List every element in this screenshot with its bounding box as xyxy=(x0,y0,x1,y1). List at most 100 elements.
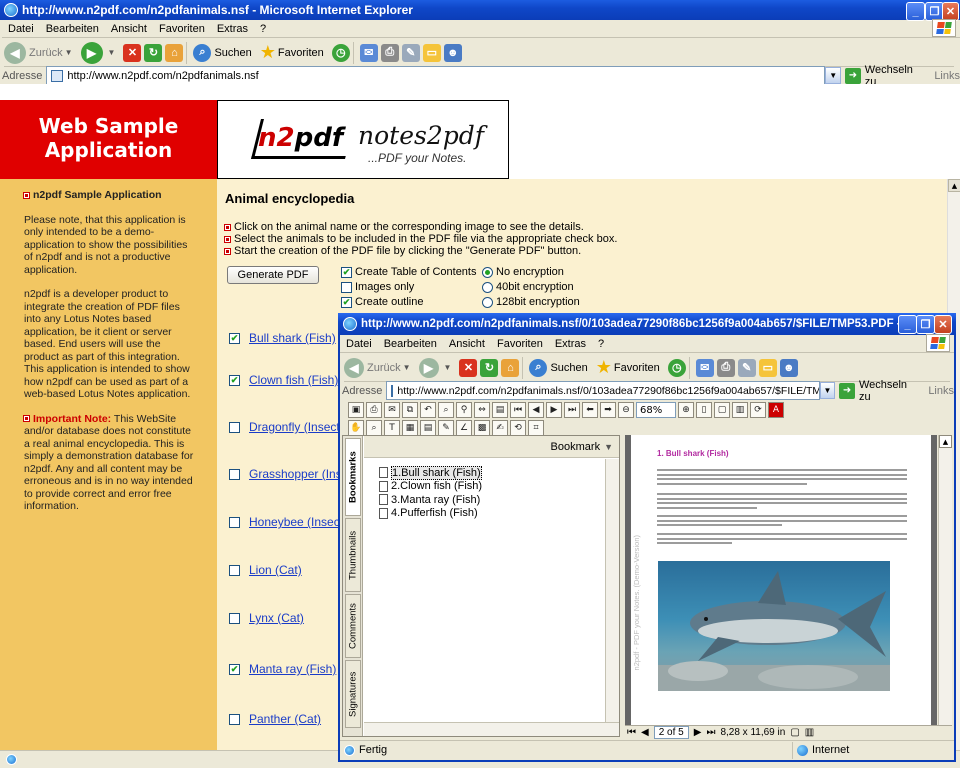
next-page-icon[interactable]: ▶ xyxy=(546,402,562,418)
bookmark-item[interactable]: 3.Manta ray (Fish) xyxy=(379,493,482,507)
animal-link[interactable]: Manta ray (Fish) xyxy=(249,662,336,676)
folder-icon[interactable]: ▭ xyxy=(422,43,441,62)
favorites-button[interactable]: ★ Favoriten xyxy=(596,357,660,378)
print-icon[interactable]: ⎙ xyxy=(366,402,382,418)
continuous-page-icon[interactable]: ▥ xyxy=(805,727,814,738)
128bit-encryption-radio[interactable] xyxy=(482,296,493,308)
first-page-icon[interactable]: ⏮ xyxy=(510,402,526,418)
messenger-icon[interactable]: ☻ xyxy=(443,43,462,62)
images-only-checkbox[interactable] xyxy=(341,281,352,293)
40bit-encryption-radio[interactable] xyxy=(482,281,493,293)
images-only-option[interactable]: Images only xyxy=(341,281,414,293)
prev-page-icon[interactable]: ◀ xyxy=(528,402,544,418)
sign-icon[interactable]: ✍ xyxy=(492,420,508,436)
edit-icon[interactable]: ✎ xyxy=(737,358,756,377)
animal-link[interactable]: Bull shark (Fish) xyxy=(249,331,336,345)
40bit-encryption-option[interactable]: 40bit encryption xyxy=(482,281,574,293)
history-icon[interactable]: ◷ xyxy=(331,43,350,62)
menu-view[interactable]: Ansicht xyxy=(105,23,153,35)
bookmark-horizontal-scrollbar[interactable] xyxy=(364,722,619,736)
animal-link[interactable]: Clown fish (Fish) xyxy=(249,373,338,387)
page-indicator[interactable]: 2 of 5 xyxy=(653,726,689,739)
animal-link[interactable]: Dragonfly (Insect) xyxy=(249,420,344,434)
pdf-window-titlebar[interactable]: http://www.n2pdf.com/n2pdfanimals.nsf/0/… xyxy=(338,313,956,335)
outline-checkbox[interactable]: ✔ xyxy=(341,296,352,308)
menu-help[interactable]: ? xyxy=(254,23,272,35)
animal-checkbox[interactable]: ✔ xyxy=(229,332,240,344)
text-select-icon[interactable]: T xyxy=(384,420,400,436)
minimize-button[interactable]: _ xyxy=(906,2,925,21)
print-icon[interactable]: ⎙ xyxy=(380,43,399,62)
menu-favorites[interactable]: Favoriten xyxy=(491,338,549,350)
last-page-icon[interactable]: ⏭ xyxy=(706,727,715,738)
mail-icon[interactable]: ✉ xyxy=(359,43,378,62)
pencil-icon[interactable]: ✎ xyxy=(438,420,454,436)
animal-link[interactable]: Lion (Cat) xyxy=(249,563,302,577)
forward-button[interactable]: ▶ ▼ xyxy=(418,357,451,378)
animal-checkbox[interactable] xyxy=(229,564,240,576)
search-icon[interactable]: ⚲ xyxy=(456,402,472,418)
pdf-minimize-button[interactable]: _ xyxy=(898,315,917,334)
note-icon[interactable]: ▤ xyxy=(420,420,436,436)
128bit-encryption-option[interactable]: 128bit encryption xyxy=(482,296,580,308)
tab-comments[interactable]: Comments xyxy=(345,594,361,658)
favorites-button[interactable]: ★ Favoriten xyxy=(260,42,324,63)
toc-checkbox[interactable]: ✔ xyxy=(341,266,352,278)
no-encryption-radio[interactable] xyxy=(482,266,493,278)
pdf-maximize-button[interactable]: ❐ xyxy=(916,315,935,334)
prev-view-icon[interactable]: ⬅ xyxy=(582,402,598,418)
tab-bookmarks[interactable]: Bookmarks xyxy=(345,438,361,516)
menu-file[interactable]: Datei xyxy=(340,338,378,350)
menu-file[interactable]: Datei xyxy=(2,23,40,35)
home-icon[interactable]: ⌂ xyxy=(501,358,520,377)
generate-pdf-button[interactable]: Generate PDF xyxy=(227,266,319,284)
rotate-icon[interactable]: ⟳ xyxy=(750,402,766,418)
bookmark-vertical-scrollbar[interactable] xyxy=(605,459,619,722)
actual-size-icon[interactable]: ▯ xyxy=(696,402,712,418)
go-arrow-icon[interactable]: ➜ xyxy=(845,67,861,84)
go-arrow-icon[interactable]: ➜ xyxy=(839,382,855,399)
pdf-close-button[interactable]: ✕ xyxy=(934,315,952,334)
page-layout-icon[interactable]: ▤ xyxy=(492,402,508,418)
animal-link[interactable]: Panther (Cat) xyxy=(249,712,321,726)
back-button[interactable]: ◀ Zurück ▼ xyxy=(4,41,73,64)
hand-tool-icon[interactable]: ✋ xyxy=(348,420,364,436)
bookmark-item[interactable]: 2.Clown fish (Fish) xyxy=(379,480,482,494)
scroll-up-icon[interactable]: ▲ xyxy=(948,179,960,192)
go-button[interactable]: Wechseln zu xyxy=(859,379,920,403)
next-view-icon[interactable]: ➡ xyxy=(600,402,616,418)
fit-icon[interactable]: ⇔ xyxy=(474,402,490,418)
home-icon[interactable]: ⌂ xyxy=(165,43,184,62)
stamp-icon[interactable]: ▩ xyxy=(474,420,490,436)
highlight-icon[interactable]: ∠ xyxy=(456,420,472,436)
animal-checkbox[interactable] xyxy=(229,421,240,433)
menu-tools[interactable]: Extras xyxy=(211,23,254,35)
last-page-icon[interactable]: ⏭ xyxy=(564,402,580,418)
bookmark-menu-button[interactable]: Bookmark ▼ xyxy=(364,436,619,458)
bookmark-item[interactable]: 4.Pufferfish (Fish) xyxy=(379,507,482,521)
search-button[interactable]: ⌕ Suchen xyxy=(193,43,252,62)
animal-checkbox[interactable]: ✔ xyxy=(229,663,240,675)
zoom-in-icon[interactable]: ⊕ xyxy=(678,402,694,418)
animal-checkbox[interactable] xyxy=(229,612,240,624)
tab-thumbnails[interactable]: Thumbnails xyxy=(345,518,361,592)
animal-link[interactable]: Lynx (Cat) xyxy=(249,611,304,625)
email-icon[interactable]: ✉ xyxy=(384,402,400,418)
menu-edit[interactable]: Bearbeiten xyxy=(40,23,105,35)
zoom-tool-icon[interactable]: ⌕ xyxy=(366,420,382,436)
address-dropdown-button[interactable]: ▼ xyxy=(825,67,842,84)
refresh-icon[interactable]: ↻ xyxy=(144,43,163,62)
save-icon[interactable]: ▣ xyxy=(348,402,364,418)
menu-edit[interactable]: Bearbeiten xyxy=(378,338,443,350)
menu-view[interactable]: Ansicht xyxy=(443,338,491,350)
menu-tools[interactable]: Extras xyxy=(549,338,592,350)
crop-icon[interactable]: ⌗ xyxy=(528,420,544,436)
refresh-icon[interactable]: ↻ xyxy=(480,358,499,377)
acrobat-logo-icon[interactable]: A xyxy=(768,402,784,418)
single-page-icon[interactable]: ▢ xyxy=(790,727,799,738)
address-input[interactable]: http://www.n2pdf.com/n2pdfanimals.nsf xyxy=(46,66,826,85)
menu-favorites[interactable]: Favoriten xyxy=(153,23,211,35)
prev-page-icon[interactable]: ◀ xyxy=(641,727,649,738)
animal-checkbox[interactable]: ✔ xyxy=(229,374,240,386)
forward-button[interactable]: ▶ ▼ xyxy=(80,41,115,64)
